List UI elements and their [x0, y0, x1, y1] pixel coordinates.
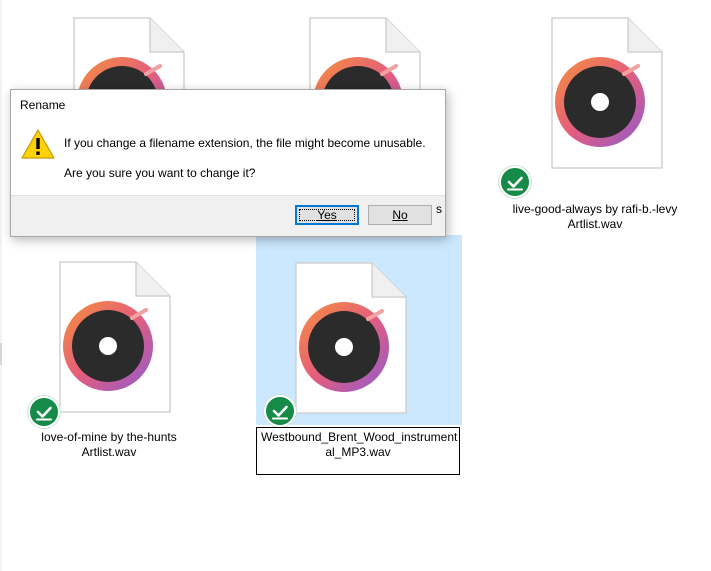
- file-item-love-of-mine[interactable]: love-of-mine by the-hunts Artlist.wav: [20, 236, 226, 484]
- rename-confirm-dialog: Rename If you change a filename extensio…: [10, 89, 446, 237]
- file-rename-input[interactable]: Westbound_Brent_Wood_instrument al_MP3.w…: [256, 427, 460, 475]
- occluded-label-fragment: s: [436, 202, 442, 216]
- dialog-button-bar: Yes No: [11, 195, 445, 236]
- sync-status-check-icon: [264, 395, 296, 427]
- dialog-title: Rename: [20, 98, 66, 112]
- file-item-live-good-always[interactable]: live-good-always by rafi-b.-levy Artlist…: [492, 0, 698, 248]
- no-button[interactable]: No: [368, 205, 432, 225]
- file-name-line1: live-good-always by rafi-b.-levy: [512, 202, 678, 216]
- no-button-label: No: [392, 208, 408, 222]
- audio-file-icon: [538, 0, 666, 170]
- yes-button-label: Yes: [317, 208, 337, 222]
- dialog-message: If you change a filename extension, the …: [64, 136, 426, 150]
- file-name-line2: al_MP3.wav: [325, 445, 391, 459]
- warning-icon: [21, 129, 55, 159]
- file-name-line2: Artlist.wav: [567, 217, 623, 231]
- sync-status-check-icon: [28, 396, 60, 428]
- file-name-label: live-good-always by rafi-b.-levy Artlist…: [496, 202, 694, 232]
- dialog-question: Are you sure you want to change it?: [64, 166, 256, 180]
- sync-status-check-icon: [499, 166, 531, 198]
- scroll-indicator: [0, 343, 2, 365]
- yes-button[interactable]: Yes: [295, 205, 359, 225]
- window-left-edge: [0, 0, 2, 571]
- file-name-label: love-of-mine by the-hunts Artlist.wav: [14, 430, 204, 460]
- audio-file-icon: [282, 243, 410, 415]
- file-name-line1: love-of-mine by the-hunts: [41, 430, 177, 444]
- file-name-line2: Artlist.wav: [81, 445, 137, 459]
- file-item-westbound-selected[interactable]: [256, 235, 462, 427]
- file-name-line1: Westbound_Brent_Wood_instrument: [261, 430, 458, 444]
- audio-file-icon: [46, 242, 174, 414]
